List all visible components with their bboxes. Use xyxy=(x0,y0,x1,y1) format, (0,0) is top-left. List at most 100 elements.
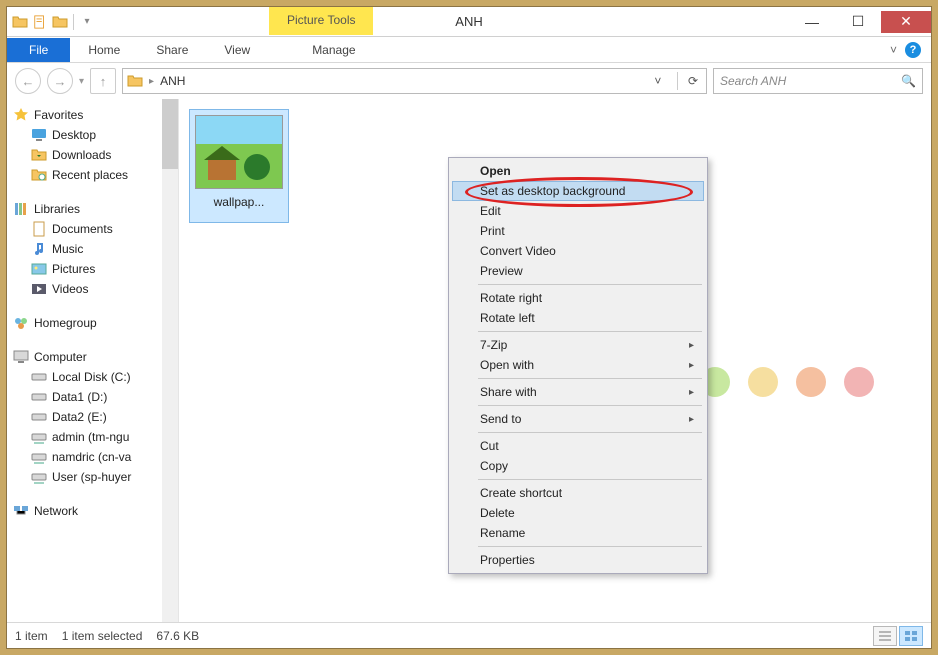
tab-file[interactable]: File xyxy=(7,38,70,62)
search-icon[interactable]: 🔍 xyxy=(901,74,916,88)
nav-netdrive-user[interactable]: User (sp-huyer xyxy=(9,467,176,487)
nav-netdrive-admin[interactable]: admin (tm-ngu xyxy=(9,427,176,447)
tab-home[interactable]: Home xyxy=(70,38,138,62)
qat-dropdown-icon[interactable]: ▾ xyxy=(78,13,96,31)
separator xyxy=(478,284,702,285)
nav-videos[interactable]: Videos xyxy=(9,279,176,299)
context-menu: Open Set as desktop background Edit Prin… xyxy=(448,157,708,574)
tab-manage[interactable]: Manage xyxy=(294,38,373,62)
view-details-button[interactable] xyxy=(873,626,897,646)
file-item[interactable]: wallpap... xyxy=(189,109,289,223)
nav-desktop[interactable]: Desktop xyxy=(9,125,176,145)
chevron-right-icon: ▸ xyxy=(689,360,694,371)
minimize-button[interactable]: — xyxy=(789,11,835,33)
separator xyxy=(677,72,678,90)
ctx-send-to[interactable]: Send to▸ xyxy=(452,409,704,429)
network-drive-icon xyxy=(31,429,47,445)
titlebar: ▾ Picture Tools ANH — ☐ ✕ xyxy=(7,7,931,37)
nav-network[interactable]: Network xyxy=(9,501,176,521)
content-pane[interactable]: wallpap... Download.com.vn Open xyxy=(179,99,931,622)
chevron-right-icon: ▸ xyxy=(689,340,694,351)
nav-documents[interactable]: Documents xyxy=(9,219,176,239)
ctx-preview[interactable]: Preview xyxy=(452,261,704,281)
folder-icon[interactable] xyxy=(51,13,69,31)
view-thumbnails-button[interactable] xyxy=(899,626,923,646)
ctx-share-with[interactable]: Share with▸ xyxy=(452,382,704,402)
view-switcher xyxy=(873,626,923,646)
nav-item-label: namdric (cn-va xyxy=(52,450,131,464)
ctx-7zip[interactable]: 7-Zip▸ xyxy=(452,335,704,355)
nav-favorites[interactable]: Favorites xyxy=(9,105,176,125)
nav-item-label: Desktop xyxy=(52,128,96,142)
separator xyxy=(478,432,702,433)
nav-netdrive-namdric[interactable]: namdric (cn-va xyxy=(9,447,176,467)
file-name: wallpap... xyxy=(214,195,265,209)
chevron-right-icon: ▸ xyxy=(689,387,694,398)
chevron-right-icon[interactable]: ▸ xyxy=(149,76,154,87)
ctx-rename[interactable]: Rename xyxy=(452,523,704,543)
ctx-properties[interactable]: Properties xyxy=(452,550,704,570)
up-button[interactable]: ↑ xyxy=(90,68,116,94)
nav-pictures[interactable]: Pictures xyxy=(9,259,176,279)
nav-item-label: Data2 (E:) xyxy=(52,410,107,424)
tab-share[interactable]: Share xyxy=(138,38,206,62)
history-dropdown-icon[interactable]: ▾ xyxy=(79,76,84,87)
ctx-convert-video[interactable]: Convert Video xyxy=(452,241,704,261)
scroll-thumb[interactable] xyxy=(162,99,178,169)
ctx-set-background[interactable]: Set as desktop background xyxy=(452,181,704,201)
ctx-cut[interactable]: Cut xyxy=(452,436,704,456)
nav-homegroup[interactable]: Homegroup xyxy=(9,313,176,333)
ctx-create-shortcut[interactable]: Create shortcut xyxy=(452,483,704,503)
ctx-delete[interactable]: Delete xyxy=(452,503,704,523)
navigation-pane: Favorites Desktop Downloads Recent place… xyxy=(7,99,179,622)
network-icon xyxy=(13,503,29,519)
maximize-button[interactable]: ☐ xyxy=(835,11,881,33)
music-icon xyxy=(31,241,47,257)
breadcrumb[interactable]: ANH xyxy=(160,74,185,88)
computer-icon xyxy=(13,349,29,365)
back-button[interactable]: ← xyxy=(15,68,41,94)
search-input[interactable]: Search ANH 🔍 xyxy=(713,68,923,94)
separator xyxy=(478,405,702,406)
nav-label: Favorites xyxy=(34,108,83,122)
forward-button[interactable]: → xyxy=(47,68,73,94)
nav-recent[interactable]: Recent places xyxy=(9,165,176,185)
tab-view[interactable]: View xyxy=(206,38,268,62)
grid-icon xyxy=(905,631,917,641)
ctx-label: Open with xyxy=(480,358,534,372)
nav-drive-c[interactable]: Local Disk (C:) xyxy=(9,367,176,387)
ctx-label: Send to xyxy=(480,412,521,426)
ribbon-collapse-icon[interactable]: ˅ xyxy=(890,43,897,57)
nav-item-label: Music xyxy=(52,242,83,256)
close-button[interactable]: ✕ xyxy=(881,11,931,33)
explorer-window: ▾ Picture Tools ANH — ☐ ✕ File Home Shar… xyxy=(6,6,932,649)
nav-scrollbar[interactable] xyxy=(162,99,178,622)
ctx-rotate-left[interactable]: Rotate left xyxy=(452,308,704,328)
ctx-copy[interactable]: Copy xyxy=(452,456,704,476)
address-dropdown-icon[interactable]: ˅ xyxy=(645,69,671,93)
network-drive-icon xyxy=(31,469,47,485)
ctx-open[interactable]: Open xyxy=(452,161,704,181)
help-icon[interactable]: ? xyxy=(905,42,921,58)
nav-computer[interactable]: Computer xyxy=(9,347,176,367)
nav-drive-d[interactable]: Data1 (D:) xyxy=(9,387,176,407)
ctx-print[interactable]: Print xyxy=(452,221,704,241)
recent-icon xyxy=(31,167,47,183)
dot-icon xyxy=(748,367,778,397)
address-bar[interactable]: ▸ ANH ˅ ⟳ xyxy=(122,68,707,94)
ctx-edit[interactable]: Edit xyxy=(452,201,704,221)
nav-item-label: Documents xyxy=(52,222,113,236)
nav-music[interactable]: Music xyxy=(9,239,176,259)
nav-label: Libraries xyxy=(34,202,80,216)
properties-icon[interactable] xyxy=(31,13,49,31)
nav-drive-e[interactable]: Data2 (E:) xyxy=(9,407,176,427)
ctx-open-with[interactable]: Open with ▸ xyxy=(452,355,704,375)
refresh-button[interactable]: ⟳ xyxy=(684,74,702,88)
nav-libraries[interactable]: Libraries xyxy=(9,199,176,219)
nav-item-label: Downloads xyxy=(52,148,111,162)
picture-tools-tab[interactable]: Picture Tools xyxy=(269,7,373,35)
ctx-rotate-right[interactable]: Rotate right xyxy=(452,288,704,308)
nav-item-label: admin (tm-ngu xyxy=(52,430,129,444)
desktop-icon xyxy=(31,127,47,143)
nav-downloads[interactable]: Downloads xyxy=(9,145,176,165)
